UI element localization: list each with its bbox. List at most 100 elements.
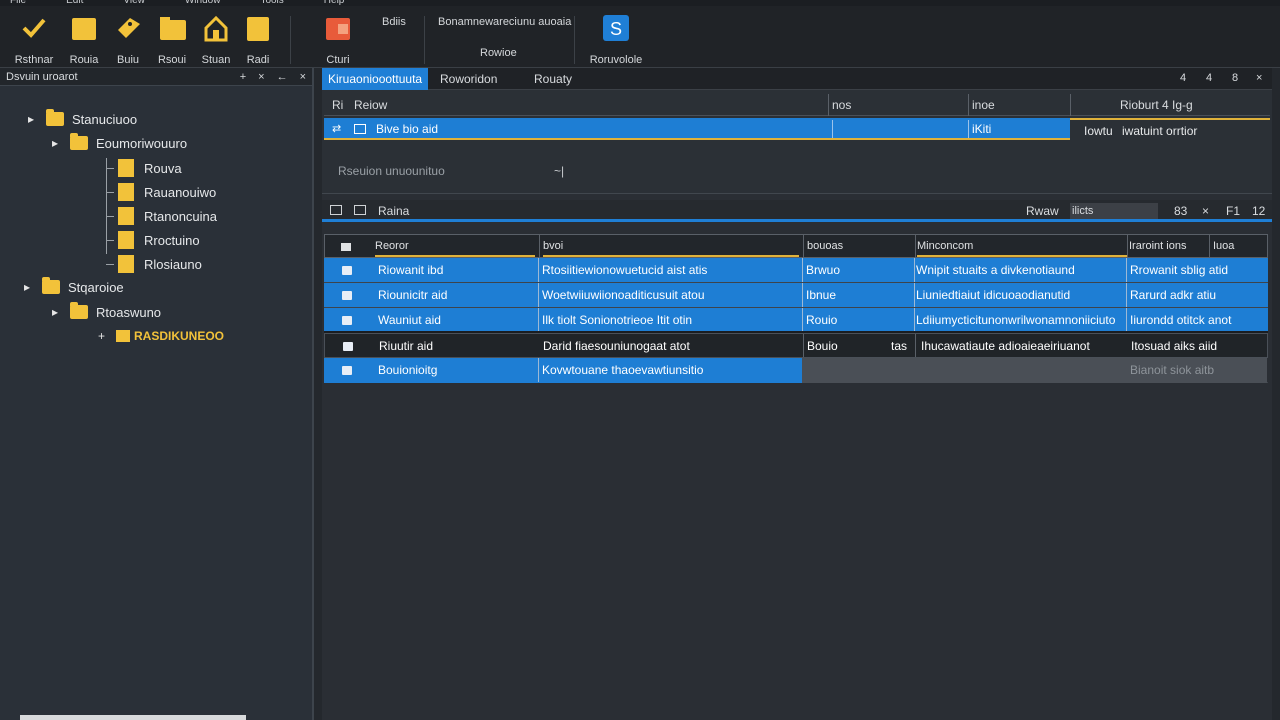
toolbar-button-folder-1[interactable]: Rouia xyxy=(60,10,108,66)
column-divider xyxy=(1209,235,1210,257)
tree-node[interactable]: Rouva xyxy=(114,157,182,179)
tree-pin-button[interactable]: × xyxy=(258,71,264,83)
expand-arrow-icon[interactable]: ▸ xyxy=(52,136,66,150)
tree-node[interactable]: Rroctuino xyxy=(114,229,200,251)
table-row[interactable]: Bouionioitg Kovwtouane thaoevawtiunsitio… xyxy=(324,358,1268,383)
column-header[interactable]: Reiow xyxy=(354,98,387,112)
table-cell: Ilk tiolt Sonionotrieoe Itit otin xyxy=(542,313,693,327)
column-header[interactable]: Iraroint ions xyxy=(1129,240,1186,252)
table-row[interactable]: Wauniut aid Ilk tiolt Sonionotrieoe Itit… xyxy=(324,308,1268,333)
column-divider xyxy=(915,334,916,357)
column-header[interactable]: nos xyxy=(832,98,851,112)
column-divider xyxy=(538,258,539,282)
tree-panel: Dsvuin uroarot + × ← × ▸ Stanuciuoo ▸ Eo… xyxy=(0,68,314,720)
tab-control-button[interactable]: 4 xyxy=(1206,72,1212,84)
select-all-icon[interactable] xyxy=(341,243,351,251)
table-cell: Kovwtouane thaoevawtiunsitio xyxy=(542,363,704,377)
toolbar: Rsthnar Rouia Buiu Rsoui Stuan Radi Ctur… xyxy=(0,6,1280,68)
tab-bar: Kiruaoniooottuuta Roworidon Rouaty 4 4 8… xyxy=(322,68,1272,90)
panel-control-button[interactable]: × xyxy=(1202,204,1209,218)
filter-input[interactable]: ilicts xyxy=(1070,203,1158,219)
tab-control-button[interactable]: 4 xyxy=(1180,72,1186,84)
table-row-selected[interactable]: ⇄ Bive bio aid iKiti xyxy=(324,118,1070,140)
lower-panel-bar: Raina Rwaw ilicts 83 × F1 12 xyxy=(322,200,1272,222)
column-header[interactable]: bouoas xyxy=(807,240,843,252)
toolbar-button-house[interactable]: Stuan xyxy=(192,10,240,66)
tree-node[interactable]: ▸ Rtoaswuno xyxy=(52,301,161,323)
toolbar-button-label: Rouia xyxy=(69,54,99,66)
tab-active[interactable]: Kiruaoniooottuuta xyxy=(322,68,429,90)
document-icon xyxy=(118,207,134,225)
column-underline xyxy=(917,255,1127,257)
tree-node[interactable]: ▸ Stanuciuoo xyxy=(28,108,137,130)
window-icon[interactable] xyxy=(354,205,366,215)
column-header[interactable]: bvoi xyxy=(543,240,563,252)
column-header[interactable]: Rioburt 4 Ig-g xyxy=(1120,98,1193,112)
tree-node[interactable]: Rauanouiwo xyxy=(114,181,216,203)
expand-arrow-icon[interactable]: ▸ xyxy=(28,112,42,126)
panel-control-button[interactable]: 83 xyxy=(1174,204,1187,218)
tree-node-selected[interactable]: + RASDIKUNEOO xyxy=(98,325,224,347)
toolbar-separator xyxy=(424,16,425,64)
table-cell: iwatuint orrtior xyxy=(1122,124,1198,138)
toolbar-separator xyxy=(574,16,575,64)
expand-arrow-icon[interactable]: ▸ xyxy=(52,305,66,319)
folder-icon xyxy=(70,302,88,319)
column-divider xyxy=(832,120,833,138)
tab-close-button[interactable]: × xyxy=(1256,72,1262,84)
tree-connector xyxy=(106,192,114,193)
table-row[interactable]: Riounicitr aid Woetwiiuwiionoaditicusuit… xyxy=(324,283,1268,308)
grid-icon[interactable] xyxy=(330,205,342,215)
table-row[interactable]: Riuutir aid Darid fiaesouniunogaat atot … xyxy=(324,333,1268,358)
toolbar-button-script[interactable]: S Roruvolole xyxy=(588,10,644,66)
table-row-extension[interactable]: Iowtu iwatuint orrtior xyxy=(1070,118,1270,140)
column-divider xyxy=(1126,283,1127,307)
tree-node[interactable]: ▸ Eoumoriwouuro xyxy=(52,132,187,154)
expand-arrow-icon[interactable]: ▸ xyxy=(24,280,38,294)
tree-panel-title: Dsvuin uroarot xyxy=(6,70,78,83)
panel-control-button[interactable]: 12 xyxy=(1252,204,1265,218)
column-divider xyxy=(828,94,829,116)
column-underline xyxy=(375,255,535,257)
script-icon: S xyxy=(603,15,629,41)
tree-add-button[interactable]: + xyxy=(240,71,246,83)
toolbar-button-check[interactable]: Rsthnar xyxy=(10,10,58,66)
toolbar-button-tag[interactable]: Buiu xyxy=(104,10,152,66)
svg-text:S: S xyxy=(610,19,622,39)
tree-node[interactable]: Rlosiauno xyxy=(114,253,202,275)
column-divider xyxy=(802,258,803,282)
lower-panel-title: Raina xyxy=(378,204,410,218)
tree-node-label: RASDIKUNEOO xyxy=(134,329,225,343)
tree-back-button[interactable]: ← xyxy=(277,71,288,83)
table-cell: iKiti xyxy=(972,122,992,136)
table-row[interactable]: Riowanit ibd Rtosiitiewionowuetucid aist… xyxy=(324,258,1268,283)
column-header[interactable]: inoe xyxy=(972,98,995,112)
tree-node-label: Rtoaswuno xyxy=(96,304,162,320)
tab-second[interactable]: Roworidon xyxy=(434,68,503,90)
table-cell: Wauniut aid xyxy=(378,313,441,327)
panel-control-button[interactable]: F1 xyxy=(1226,204,1240,218)
tab-control-button[interactable]: 8 xyxy=(1232,72,1238,84)
toolbar-group-label[interactable]: Rowioe xyxy=(480,47,517,59)
table-cell: Bouionioitg xyxy=(378,363,438,377)
column-header[interactable]: Iuoa xyxy=(1213,240,1234,252)
tree-node[interactable]: ▸ Stqaroioe xyxy=(24,276,124,298)
toolbar-button-folder-2[interactable]: Rsoui xyxy=(148,10,196,66)
tab-third[interactable]: Rouaty xyxy=(528,68,578,90)
table-cell: tas xyxy=(891,339,908,353)
tree-close-button[interactable]: × xyxy=(300,71,306,83)
column-header[interactable]: Minconcom xyxy=(917,240,973,252)
filter-label: Rwaw xyxy=(1026,204,1059,218)
tree-node[interactable]: Rtanoncuina xyxy=(114,205,217,227)
table-cell: Liuniedtiaiut idicuoaodianutid xyxy=(916,288,1071,302)
grid-header: Reoror bvoi bouoas Minconcom Iraroint io… xyxy=(324,234,1268,258)
toolbar-group-label[interactable]: Bdiis xyxy=(382,16,406,28)
toolbar-button-folder-3[interactable]: Radi xyxy=(234,10,282,66)
column-header[interactable]: Ri xyxy=(332,98,343,112)
document-icon xyxy=(118,159,134,177)
column-header[interactable]: Reoror xyxy=(375,240,409,252)
tree-node-label: Rlosiauno xyxy=(144,256,202,272)
toolbar-group-label[interactable]: Bonamnewareciunu auoaia xyxy=(438,16,571,28)
toolbar-button-chart[interactable]: Cturi xyxy=(314,10,362,66)
horizontal-scrollbar[interactable] xyxy=(20,715,246,720)
